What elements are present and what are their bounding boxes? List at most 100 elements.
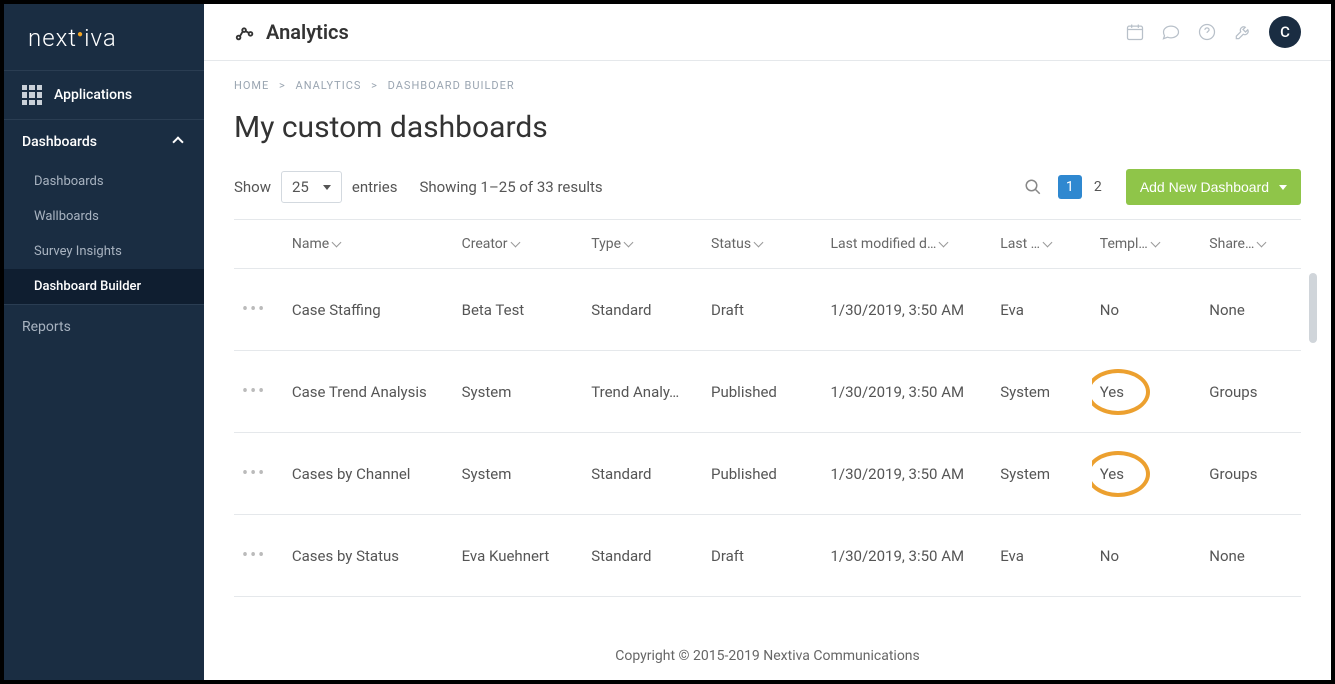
table-row[interactable]: •••Cases by ChannelSystemStandardPublish… [234,433,1301,515]
cell-status: Published [703,351,822,433]
row-actions-icon[interactable]: ••• [242,299,266,320]
add-new-dashboard-button[interactable]: Add New Dashboard [1126,169,1301,205]
col-header-shared[interactable]: Share… [1201,220,1301,269]
sidebar-item-survey-insights[interactable]: Survey Insights [4,234,204,269]
table-row[interactable]: ••• Case StaffingBeta TestStandardDraft1/… [234,269,1301,351]
controls-bar: Show 25 entries Showing 1–25 of 33 resul… [204,169,1331,219]
table-row[interactable]: ••• Cases by StatusEva KuehnertStandardDr… [234,515,1301,597]
col-header-template[interactable]: Templ… [1092,220,1202,269]
show-label: Show [234,178,271,196]
main-content: Analytics C HOME > ANALYTICS > DASHBOARD… [204,4,1331,680]
cell-creator: System [454,351,584,433]
col-header-modified-by[interactable]: Last … [992,220,1092,269]
cell-name: Cases by Channel [284,433,454,515]
col-header-name[interactable]: Name [284,220,454,269]
col-header-status[interactable]: Status [703,220,822,269]
cell-status: Published [703,433,822,515]
nav-dashboards-header[interactable]: Dashboards [4,119,204,164]
results-text: Showing 1–25 of 33 results [419,178,602,196]
cell-creator: Eva Kuehnert [454,515,584,597]
search-icon[interactable] [1024,178,1042,196]
table-row[interactable]: •••Case Trend AnalysisSystemTrend Analy…… [234,351,1301,433]
table-container: Name Creator Type Status Last modified d… [204,219,1331,631]
nav-applications-label: Applications [54,87,132,103]
cell-modified-by: Eva [992,515,1092,597]
apps-grid-icon [22,85,42,105]
cell-modified: 1/30/2019, 3:50 AM [823,433,993,515]
cell-type: Standard [583,433,703,515]
cell-type: Standard [583,515,703,597]
cell-name: Cases by Status [284,515,454,597]
breadcrumb-current: DASHBOARD BUILDER [388,79,515,92]
breadcrumb-analytics[interactable]: ANALYTICS [296,79,362,92]
cell-status: Draft [703,515,822,597]
cell-modified: 1/30/2019, 3:50 AM [823,515,993,597]
cell-type: Trend Analy… [583,351,703,433]
cell-modified-by: Eva [992,269,1092,351]
cell-type: Standard [583,269,703,351]
footer-copyright: Copyright © 2015-2019 Nextiva Communicat… [204,631,1331,680]
topbar: Analytics C [204,4,1331,61]
sidebar-item-dashboard-builder[interactable]: Dashboard Builder [4,269,204,304]
sort-icon [510,238,520,248]
col-header-type[interactable]: Type [583,220,703,269]
sort-icon [332,238,342,248]
cell-modified: 1/30/2019, 3:50 AM [823,269,993,351]
entries-label: entries [352,178,398,196]
cell-name: Case Staffing [284,269,454,351]
scrollbar[interactable] [1309,273,1317,343]
cell-shared: None [1201,269,1301,351]
cell-template: No [1092,515,1202,597]
chevron-up-icon [172,136,183,147]
cell-template: Yes [1092,351,1202,433]
topbar-title: Analytics [266,20,349,44]
cell-creator: Beta Test [454,269,584,351]
cell-creator: System [454,433,584,515]
sort-icon [1150,238,1160,248]
page-2-button[interactable]: 2 [1086,175,1110,199]
breadcrumb: HOME > ANALYTICS > DASHBOARD BUILDER [204,61,1331,92]
user-avatar[interactable]: C [1269,16,1301,48]
sort-icon [1043,238,1053,248]
cell-shared: None [1201,515,1301,597]
col-header-creator[interactable]: Creator [454,220,584,269]
sort-icon [624,238,634,248]
calendar-icon[interactable] [1125,22,1145,42]
sort-icon [939,238,949,248]
caret-down-icon [323,185,331,190]
wrench-icon[interactable] [1233,22,1253,42]
sort-icon [1257,238,1267,248]
cell-template: Yes [1092,433,1202,515]
chat-icon[interactable] [1161,22,1181,42]
help-icon[interactable] [1197,22,1217,42]
cell-modified: 1/30/2019, 3:50 AM [823,351,993,433]
sidebar-item-dashboards[interactable]: Dashboards [4,164,204,199]
logo-dot-icon: ● [77,29,84,40]
analytics-icon [234,21,256,43]
row-actions-icon[interactable]: ••• [242,381,266,402]
cell-name: Case Trend Analysis [284,351,454,433]
col-header-modified[interactable]: Last modified d… [823,220,993,269]
nav-reports[interactable]: Reports [4,304,204,349]
cell-status: Draft [703,269,822,351]
cell-modified-by: System [992,351,1092,433]
sidebar-item-wallboards[interactable]: Wallboards [4,199,204,234]
row-actions-icon[interactable]: ••• [242,463,266,484]
cell-template: No [1092,269,1202,351]
pagination: 1 2 [1058,175,1110,199]
row-actions-icon[interactable]: ••• [242,545,266,566]
brand-logo: next●iva [4,4,204,70]
breadcrumb-home[interactable]: HOME [234,79,269,92]
dashboards-table: Name Creator Type Status Last modified d… [234,219,1301,597]
page-title: My custom dashboards [204,92,1331,169]
cell-shared: Groups [1201,351,1301,433]
cell-modified-by: System [992,433,1092,515]
sidebar: next●iva Applications Dashboards Dashboa… [4,4,204,680]
cell-shared: Groups [1201,433,1301,515]
nav-applications[interactable]: Applications [4,71,204,119]
subnav-dashboards: Dashboards Wallboards Survey Insights Da… [4,164,204,304]
caret-down-icon [1279,185,1287,190]
entries-select[interactable]: 25 [281,171,342,203]
sort-icon [754,238,764,248]
page-1-button[interactable]: 1 [1058,175,1082,199]
